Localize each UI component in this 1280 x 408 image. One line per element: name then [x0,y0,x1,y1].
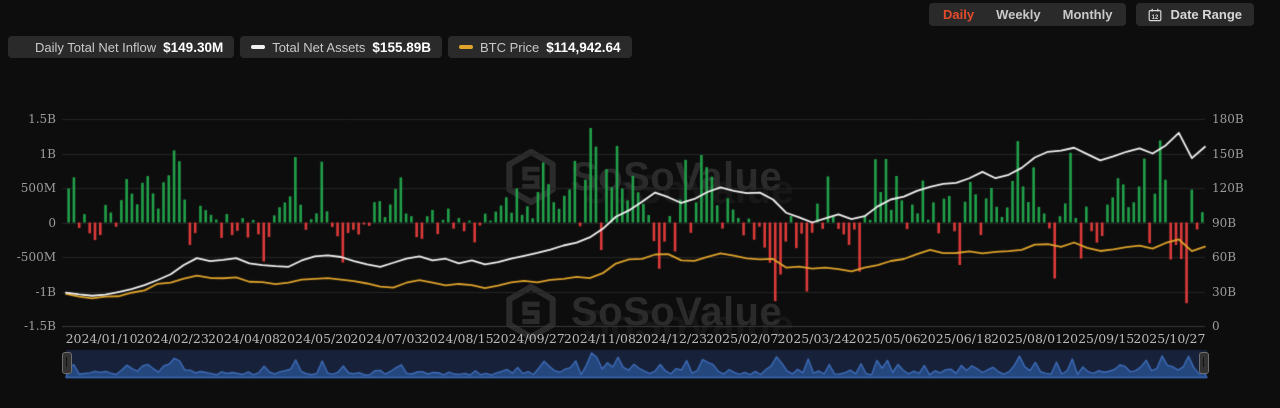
x-axis-tick: 2025/05/06 [848,331,921,346]
x-axis-tick: 2025/03/24 [777,331,850,346]
y-axis-left-tick: 1B [39,146,56,161]
y-axis-right-tick: 150B [1212,146,1244,161]
x-axis-tick: 2025/08/01 [991,331,1064,346]
legend-label: Total Net Assets [272,39,366,55]
y-axis-left-tick: -1B [35,284,56,299]
y-axis-left-tick: 500M [20,181,56,195]
x-axis-tick: 2025/06/18 [919,331,992,346]
y-axis-right-tick: 120B [1212,181,1244,195]
x-axis-tick: 2024/11/08 [563,331,636,346]
x-axis-tick: 2024/04/08 [207,331,280,346]
x-axis-tick: 2025/09/15 [1062,331,1135,346]
frequency-tab-group: Daily Weekly Monthly [928,3,1127,26]
net-assets-dash-icon [251,45,266,49]
x-axis-tick: 2024/12/23 [635,331,708,346]
calendar-icon: 12 [1149,8,1162,21]
legend-value: $155.89B [372,39,431,55]
tab-weekly[interactable]: Weekly [996,3,1041,26]
y-axis-right-tick: 30B [1212,284,1237,299]
x-axis-tick: 2024/07/03 [350,331,423,346]
y-axis-right-tick: 0 [1212,319,1220,333]
x-axis-tick: 2024/05/20 [279,331,352,346]
tab-daily[interactable]: Daily [943,3,974,26]
svg-text:12: 12 [1152,15,1159,21]
legend-value: $114,942.64 [546,39,621,55]
y-axis-left-tick: -500M [16,250,56,264]
x-axis-tick: 2024/09/27 [492,331,565,346]
date-range-button[interactable]: 12 Date Range [1136,3,1254,26]
legend-item-daily-net-inflow[interactable]: Daily Total Net Inflow $149.30M [8,36,235,58]
legend-label: BTC Price [479,39,540,55]
y-axis-right-tick: 60B [1212,250,1237,264]
y-axis-left-tick: -1.5B [24,319,56,333]
y-axis-left-tick: 0 [48,215,56,230]
y-axis-right-tick: 180B [1212,112,1244,126]
date-range-label: Date Range [1170,7,1242,22]
main-chart-canvas[interactable] [0,0,1280,408]
inflow-split-icon [19,42,28,52]
legend-item-total-net-assets[interactable]: Total Net Assets $155.89B [240,36,442,58]
navigator-right-handle[interactable] [1199,352,1209,374]
tab-monthly[interactable]: Monthly [1063,3,1113,26]
btc-etf-chart-screen: Daily Weekly Monthly 12 Date Range Daily… [0,0,1280,408]
y-axis-right-tick: 90B [1212,215,1237,230]
legend-row: Daily Total Net Inflow $149.30M Total Ne… [8,36,632,58]
btc-dash-icon [458,45,473,49]
x-axis-tick: 2025/02/07 [706,331,779,346]
x-axis-tick: 2024/02/23 [136,331,209,346]
x-axis-tick: 2025/10/27 [1133,331,1206,346]
legend-label: Daily Total Net Inflow [35,39,157,55]
x-axis-tick: 2024/08/15 [421,331,494,346]
legend-item-btc-price[interactable]: BTC Price $114,942.64 [447,36,632,58]
y-axis-left-tick: 1.5B [28,112,56,126]
navigator-left-handle[interactable] [62,352,72,374]
x-axis-tick: 2024/01/10 [65,331,138,346]
legend-value: $149.30M [163,39,224,55]
top-bar: Daily Weekly Monthly 12 Date Range [928,3,1254,26]
